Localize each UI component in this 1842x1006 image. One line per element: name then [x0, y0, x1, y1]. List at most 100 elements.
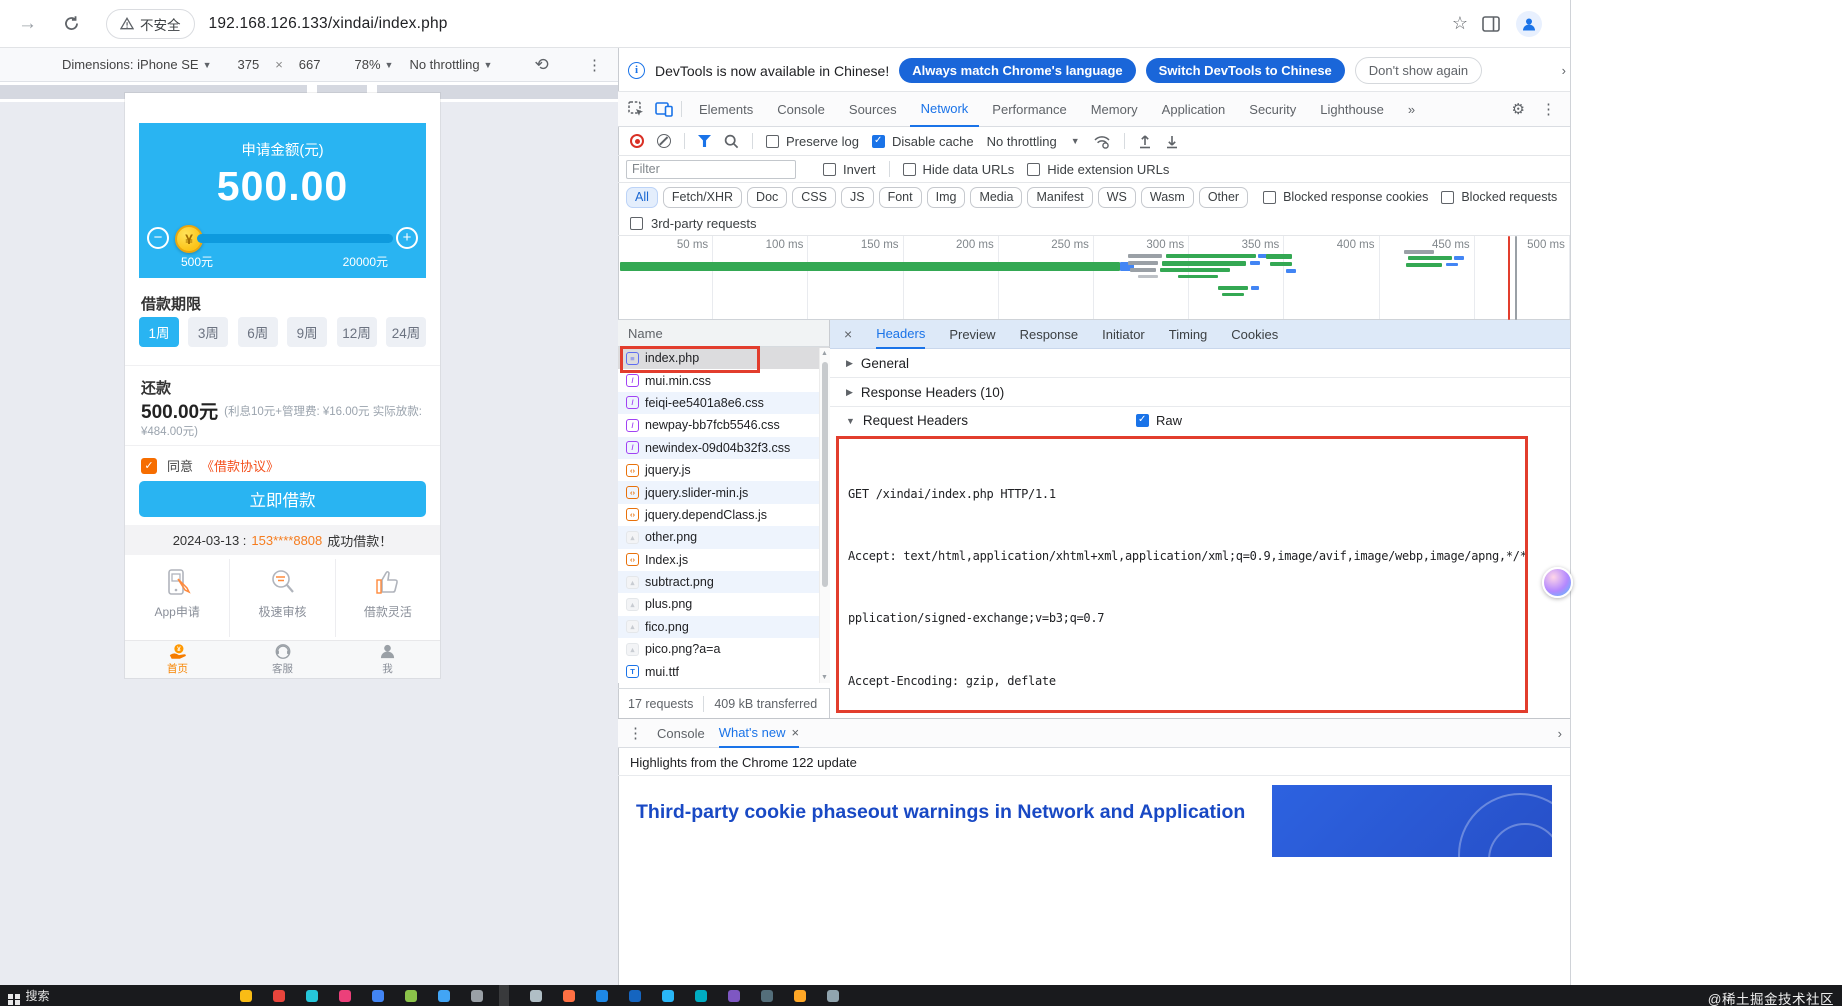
zoom-select[interactable]: 78% ▼ — [355, 57, 394, 72]
third-party-checkbox[interactable] — [630, 216, 643, 230]
details-tab-timing[interactable]: Timing — [1169, 327, 1208, 342]
taskbar-icon[interactable] — [727, 989, 740, 1002]
type-chip-css[interactable]: CSS — [792, 186, 836, 208]
side-panel-icon[interactable] — [1482, 15, 1500, 32]
request-row[interactable]: ‹› jquery.js — [618, 459, 829, 481]
type-chip-font[interactable]: Font — [878, 186, 922, 208]
request-row[interactable]: ‹› Index.js — [618, 549, 829, 571]
network-overview-timeline[interactable]: 50 ms 100 ms 150 ms 200 ms 250 ms 300 ms… — [618, 236, 1570, 320]
floating-ball-widget[interactable] — [1542, 567, 1573, 598]
url-text[interactable]: 192.168.126.133/xindai/index.php — [209, 15, 448, 33]
hide-extension-urls-checkbox[interactable] — [1027, 162, 1041, 176]
taskbar-icon[interactable] — [404, 989, 417, 1002]
agreement-link[interactable]: 《借款协议》 — [201, 456, 279, 475]
banner-scroll-chevron-icon[interactable]: › — [1562, 63, 1566, 78]
request-row[interactable]: / feiqi-ee5401a8e6.css — [618, 391, 829, 415]
request-row[interactable]: / newindex-09d04b32f3.css — [618, 436, 829, 459]
scrollbar-thumb[interactable] — [822, 362, 828, 587]
details-tab-response[interactable]: Response — [1020, 327, 1079, 342]
device-toolbar-toggle-icon[interactable] — [655, 101, 673, 117]
request-row[interactable]: ▴ other.png — [618, 526, 829, 549]
details-tab-preview[interactable]: Preview — [949, 327, 995, 342]
match-language-button[interactable]: Always match Chrome's language — [899, 58, 1136, 83]
details-tab-initiator[interactable]: Initiator — [1102, 327, 1145, 342]
filter-input[interactable] — [626, 159, 796, 179]
name-column-header[interactable]: Name — [618, 320, 830, 347]
security-chip[interactable]: 不安全 — [106, 8, 195, 39]
period-option[interactable]: 9周 — [287, 317, 328, 347]
device-width-field[interactable]: 375 — [238, 57, 260, 72]
drawer-tab-whats-new[interactable]: What's new × — [718, 718, 800, 748]
amount-plus-button[interactable]: + — [396, 227, 418, 249]
request-row[interactable]: ▴ plus.png — [618, 593, 829, 615]
taskbar-icon[interactable] — [437, 989, 450, 1002]
request-row[interactable]: ▴ subtract.png — [618, 570, 829, 594]
taskbar-icon[interactable] — [760, 989, 773, 1002]
details-tab-headers[interactable]: Headers — [876, 320, 926, 349]
taskbar-icon[interactable] — [371, 989, 384, 1002]
tab-elements[interactable]: Elements — [688, 92, 764, 127]
scroll-down-icon[interactable]: ▼ — [821, 674, 828, 681]
request-row[interactable]: ‹› jquery.slider-min.js — [618, 481, 829, 504]
taskbar-icon[interactable] — [272, 989, 285, 1002]
whats-new-article-image[interactable] — [1272, 785, 1552, 857]
taskbar-icon[interactable] — [470, 989, 483, 1002]
taskbar-active-app[interactable] — [498, 983, 509, 1006]
rotate-device-icon[interactable]: ⟲ — [534, 55, 548, 75]
request-row[interactable]: ▴ fico.png — [618, 615, 829, 639]
invert-checkbox[interactable] — [823, 162, 836, 176]
tab-memory[interactable]: Memory — [1080, 92, 1149, 127]
scroll-up-icon[interactable]: ▲ — [821, 350, 828, 357]
raw-checkbox[interactable] — [1135, 414, 1149, 427]
network-conditions-icon[interactable] — [1093, 134, 1111, 149]
type-chip-doc[interactable]: Doc — [747, 186, 788, 208]
request-row[interactable]: ▴ pico.png?a=a — [618, 638, 829, 660]
tab-performance[interactable]: Performance — [981, 92, 1077, 127]
taskbar-icon[interactable] — [628, 989, 641, 1002]
taskbar-icon[interactable] — [595, 989, 608, 1002]
type-chip-other[interactable]: Other — [1198, 186, 1249, 208]
request-headers-section[interactable]: ▼Request Headers Raw — [830, 406, 1570, 435]
close-tab-icon[interactable]: × — [792, 725, 800, 740]
details-tab-cookies[interactable]: Cookies — [1231, 327, 1278, 342]
hide-extension-urls-toggle[interactable]: Hide extension URLs — [1027, 162, 1169, 177]
dismiss-banner-button[interactable]: Don't show again — [1354, 57, 1483, 84]
taskbar-icon[interactable] — [305, 989, 318, 1002]
tab-support[interactable]: 客服 — [230, 641, 335, 678]
device-height-field[interactable]: 667 — [299, 57, 321, 72]
tab-security[interactable]: Security — [1238, 92, 1307, 127]
type-chip-all[interactable]: All — [626, 186, 658, 208]
amount-minus-button[interactable]: − — [147, 227, 169, 249]
period-option[interactable]: 12周 — [336, 317, 377, 347]
taskbar-icon[interactable] — [338, 989, 351, 1002]
type-chip-wasm[interactable]: Wasm — [1140, 186, 1194, 208]
throttle-select[interactable]: No throttling ▼ — [409, 57, 492, 72]
taskbar-icon[interactable] — [793, 989, 806, 1002]
type-chip-xhr[interactable]: Fetch/XHR — [662, 186, 743, 208]
taskbar-search[interactable]: 搜索 — [26, 987, 50, 1004]
taskbar-icon[interactable] — [694, 989, 707, 1002]
blocked-cookies-checkbox[interactable] — [1263, 190, 1277, 204]
blocked-cookies-toggle[interactable]: Blocked response cookies — [1263, 190, 1428, 204]
taskbar-icon[interactable] — [826, 989, 839, 1002]
whats-new-highlights-row[interactable]: Highlights from the Chrome 122 update — [618, 749, 1570, 776]
response-headers-section[interactable]: ▶ Response Headers (10) — [830, 378, 1570, 407]
invert-toggle[interactable]: Invert — [823, 162, 876, 177]
disable-cache-checkbox[interactable] — [871, 134, 885, 148]
taskbar-icon[interactable] — [562, 989, 575, 1002]
period-option[interactable]: 3周 — [188, 317, 229, 347]
tab-home[interactable]: ¥ 首页 — [125, 641, 230, 678]
borrow-now-button[interactable]: 立即借款 — [139, 481, 426, 517]
amount-slider-track[interactable] — [197, 234, 393, 243]
devtools-menu-icon[interactable]: ⋮ — [1541, 100, 1556, 118]
period-option[interactable]: 24周 — [385, 317, 426, 347]
raw-toggle[interactable]: Raw — [1135, 413, 1182, 428]
network-throttle-select[interactable]: No throttling ▼ — [987, 134, 1080, 149]
blocked-requests-checkbox[interactable] — [1441, 190, 1455, 204]
general-section-header[interactable]: ▶ General — [830, 349, 1570, 378]
export-har-icon[interactable] — [1165, 134, 1179, 149]
devtools-settings-icon[interactable]: ⚙ — [1512, 100, 1525, 118]
close-details-icon[interactable]: × — [844, 326, 852, 342]
blocked-requests-toggle[interactable]: Blocked requests — [1441, 190, 1557, 204]
device-select[interactable]: Dimensions: iPhone SE ▼ — [62, 57, 212, 72]
